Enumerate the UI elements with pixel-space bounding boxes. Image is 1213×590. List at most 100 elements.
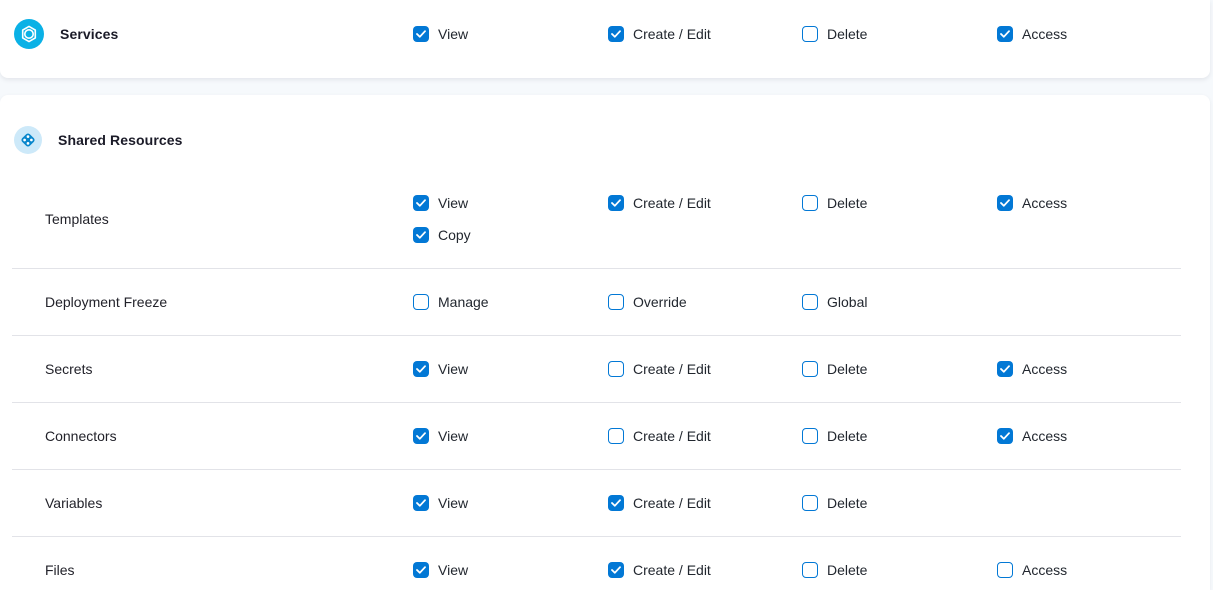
services-card: Services View Create / Edit Delete Access <box>0 0 1210 78</box>
row-label: Files <box>0 562 413 578</box>
permission-checkbox-create-edit[interactable]: Create / Edit <box>608 195 802 211</box>
permission-checkbox-view[interactable]: View <box>413 495 608 511</box>
permission-checkbox-create-edit[interactable]: Create / Edit <box>608 495 802 511</box>
permission-checkbox-access[interactable]: Access <box>997 428 1210 444</box>
permission-checkbox-global[interactable]: Global <box>802 294 997 310</box>
permission-label: Create / Edit <box>633 562 711 578</box>
services-icon <box>14 19 44 49</box>
checkbox-unchecked-icon[interactable] <box>608 294 624 310</box>
permission-row-templates: TemplatesViewCreate / EditDeleteAccessCo… <box>0 170 1210 268</box>
permission-label: Delete <box>827 26 867 42</box>
checkbox-unchecked-icon[interactable] <box>608 361 624 377</box>
permission-checkbox-access[interactable]: Access <box>997 195 1210 211</box>
services-row: Services View Create / Edit Delete Access <box>0 18 1210 50</box>
checkbox-unchecked-icon[interactable] <box>997 562 1013 578</box>
permission-checkbox-override[interactable]: Override <box>608 294 802 310</box>
permission-line: ViewCreate / EditDeleteAccess <box>413 187 1210 219</box>
permission-label: Create / Edit <box>633 495 711 511</box>
permission-checkbox-delete[interactable]: Delete <box>802 428 997 444</box>
checkbox-unchecked-icon[interactable] <box>802 562 818 578</box>
checkbox-checked-icon[interactable] <box>997 195 1013 211</box>
permission-row-connectors: Connectors View Create / Edit Delete Access <box>0 403 1210 469</box>
checkbox-checked-icon[interactable] <box>413 227 429 243</box>
shared-resources-header: Shared Resources <box>0 95 1210 170</box>
checkbox-unchecked-icon[interactable] <box>802 428 818 444</box>
checkbox-unchecked-icon[interactable] <box>608 428 624 444</box>
permission-checkbox-copy[interactable]: Copy <box>413 227 608 243</box>
permission-checkbox-create-edit[interactable]: Create / Edit <box>608 562 802 578</box>
permission-label: Create / Edit <box>633 361 711 377</box>
row-label: Connectors <box>0 428 413 444</box>
permission-line: Manage Override Global <box>413 286 1210 318</box>
permission-lines: View Create / Edit Delete Access <box>413 353 1210 385</box>
permission-lines: View Create / Edit Delete <box>413 487 1210 519</box>
permission-label: Manage <box>438 294 489 310</box>
permission-checkbox-view[interactable]: View <box>413 26 608 42</box>
checkbox-checked-icon[interactable] <box>413 26 429 42</box>
row-label: Variables <box>0 495 413 511</box>
permission-checkbox-create-edit[interactable]: Create / Edit <box>608 428 802 444</box>
checkbox-checked-icon[interactable] <box>997 26 1013 42</box>
permission-label: View <box>438 361 468 377</box>
permission-label: Create / Edit <box>633 428 711 444</box>
checkbox-checked-icon[interactable] <box>608 195 624 211</box>
row-label: Deployment Freeze <box>0 294 413 310</box>
checkbox-checked-icon[interactable] <box>413 428 429 444</box>
checkbox-unchecked-icon[interactable] <box>802 495 818 511</box>
permission-checkbox-manage[interactable]: Manage <box>413 294 608 310</box>
permission-checkbox-access[interactable]: Access <box>997 562 1210 578</box>
checkbox-checked-icon[interactable] <box>608 495 624 511</box>
checkbox-checked-icon[interactable] <box>997 428 1013 444</box>
shared-resources-rows: TemplatesViewCreate / EditDeleteAccessCo… <box>0 170 1210 590</box>
permission-row-secrets: Secrets View Create / Edit Delete Access <box>0 336 1210 402</box>
permission-line: View Create / Edit Delete Access <box>413 18 1210 50</box>
permission-label: View <box>438 495 468 511</box>
permission-row-deployment-freeze: Deployment Freeze Manage Override Global <box>0 269 1210 335</box>
permission-checkbox-delete[interactable]: Delete <box>802 26 997 42</box>
permission-label: Access <box>1022 361 1067 377</box>
checkbox-unchecked-icon[interactable] <box>802 361 818 377</box>
permission-line: View Create / Edit Delete Access <box>413 420 1210 452</box>
permission-checkbox-delete[interactable]: Delete <box>802 562 997 578</box>
permission-checkbox-view[interactable]: View <box>413 562 608 578</box>
permission-checkbox-access[interactable]: Access <box>997 361 1210 377</box>
permission-checkbox-view[interactable]: View <box>413 428 608 444</box>
permission-label: Override <box>633 294 687 310</box>
shared-resources-icon <box>14 126 42 154</box>
permission-checkbox-view[interactable]: View <box>413 361 608 377</box>
permission-line: Copy <box>413 219 1210 251</box>
checkbox-checked-icon[interactable] <box>413 195 429 211</box>
permission-line: View Create / Edit Delete Access <box>413 353 1210 385</box>
permission-label: View <box>438 428 468 444</box>
checkbox-unchecked-icon[interactable] <box>802 195 818 211</box>
checkbox-checked-icon[interactable] <box>413 495 429 511</box>
permission-checkbox-create-edit[interactable]: Create / Edit <box>608 361 802 377</box>
permission-checkbox-view[interactable]: View <box>413 195 608 211</box>
permission-label: Delete <box>827 495 867 511</box>
checkbox-checked-icon[interactable] <box>608 26 624 42</box>
permission-checkbox-access[interactable]: Access <box>997 26 1210 42</box>
checkbox-unchecked-icon[interactable] <box>802 26 818 42</box>
permission-checkbox-delete[interactable]: Delete <box>802 195 997 211</box>
permission-label: Access <box>1022 428 1067 444</box>
checkbox-checked-icon[interactable] <box>413 361 429 377</box>
checkbox-checked-icon[interactable] <box>413 562 429 578</box>
row-label: Secrets <box>0 361 413 377</box>
permission-label: Access <box>1022 562 1067 578</box>
checkbox-unchecked-icon[interactable] <box>413 294 429 310</box>
permission-checkbox-create-edit[interactable]: Create / Edit <box>608 26 802 42</box>
permission-label: Delete <box>827 562 867 578</box>
permission-label: Create / Edit <box>633 26 711 42</box>
checkbox-checked-icon[interactable] <box>608 562 624 578</box>
services-section-title: Services <box>60 26 118 42</box>
checkbox-unchecked-icon[interactable] <box>802 294 818 310</box>
permission-checkbox-delete[interactable]: Delete <box>802 495 997 511</box>
shared-resources-section-title: Shared Resources <box>58 132 183 148</box>
permission-line: View Create / Edit Delete Access <box>413 554 1210 586</box>
permission-label: Delete <box>827 428 867 444</box>
permission-checkbox-delete[interactable]: Delete <box>802 361 997 377</box>
checkbox-checked-icon[interactable] <box>997 361 1013 377</box>
permission-label: Global <box>827 294 867 310</box>
permission-lines: View Create / Edit Delete Access <box>413 554 1210 586</box>
permission-lines: ViewCreate / EditDeleteAccess Copy <box>413 187 1210 251</box>
